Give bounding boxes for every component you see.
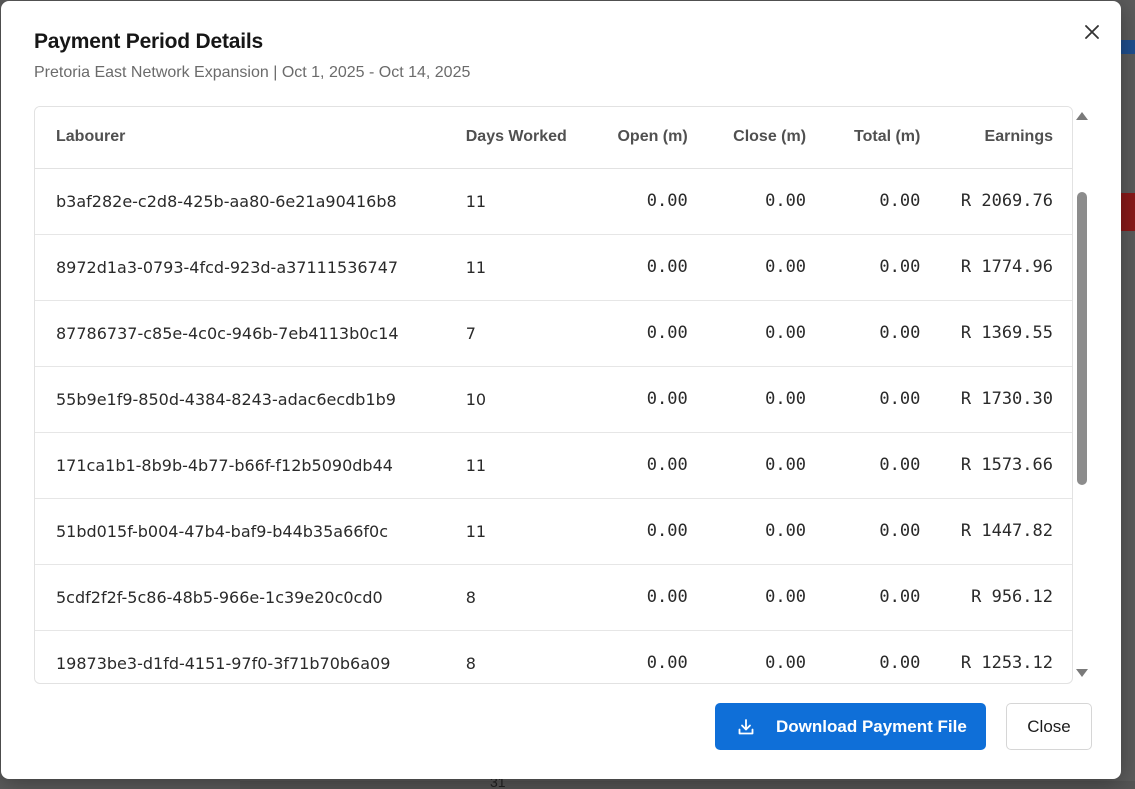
- cell-days-worked: 11: [444, 168, 571, 235]
- arrow-down-icon[interactable]: [1076, 669, 1088, 677]
- cell-total: 0.00: [820, 300, 935, 367]
- cell-total: 0.00: [820, 564, 935, 631]
- cell-labourer: b3af282e-c2d8-425b-aa80-6e21a90416b8: [35, 168, 445, 235]
- cell-labourer: 55b9e1f9-850d-4384-8243-adac6ecdb1b9: [35, 366, 445, 433]
- cell-labourer: 5cdf2f2f-5c86-48b5-966e-1c39e20c0cd0: [35, 564, 445, 631]
- header-days-worked: Days Worked: [444, 107, 571, 169]
- download-payment-file-button[interactable]: Download Payment File: [715, 703, 986, 750]
- download-icon: [736, 717, 756, 737]
- background-accent: [1121, 40, 1135, 54]
- cell-open: 0.00: [570, 168, 702, 235]
- header-total: Total (m): [820, 107, 935, 169]
- cell-close: 0.00: [701, 498, 821, 565]
- cell-total: 0.00: [820, 432, 935, 499]
- cell-open: 0.00: [570, 300, 702, 367]
- table-header-row: Labourer Days Worked Open (m) Close (m) …: [35, 107, 1072, 169]
- table-row: 55b9e1f9-850d-4384-8243-adac6ecdb1b9 10 …: [35, 366, 1072, 433]
- cell-days-worked: 11: [444, 432, 571, 499]
- payment-table: Labourer Days Worked Open (m) Close (m) …: [35, 107, 1072, 683]
- table-row: 171ca1b1-8b9b-4b77-b66f-f12b5090db44 11 …: [35, 432, 1072, 499]
- cell-days-worked: 8: [444, 564, 571, 631]
- cell-total: 0.00: [820, 630, 935, 683]
- scrollbar-thumb[interactable]: [1077, 192, 1087, 485]
- header-labourer: Labourer: [35, 107, 445, 169]
- cell-earnings: R 1774.96: [934, 234, 1072, 301]
- cell-open: 0.00: [570, 630, 702, 683]
- dialog-subtitle: Pretoria East Network Expansion | Oct 1,…: [34, 64, 471, 81]
- cell-close: 0.00: [701, 564, 821, 631]
- cell-total: 0.00: [820, 168, 935, 235]
- cell-labourer: 87786737-c85e-4c0c-946b-7eb4113b0c14: [35, 300, 445, 367]
- cell-close: 0.00: [701, 630, 821, 683]
- cell-days-worked: 11: [444, 234, 571, 301]
- cell-days-worked: 11: [444, 498, 571, 565]
- cell-close: 0.00: [701, 300, 821, 367]
- cell-open: 0.00: [570, 564, 702, 631]
- download-button-label: Download Payment File: [776, 716, 967, 736]
- table-row: 19873be3-d1fd-4151-97f0-3f71b70b6a09 8 0…: [35, 630, 1072, 683]
- cell-earnings: R 1447.82: [934, 498, 1072, 565]
- cell-open: 0.00: [570, 498, 702, 565]
- payment-period-dialog: Payment Period Details Pretoria East Net…: [1, 1, 1121, 779]
- cell-labourer: 8972d1a3-0793-4fcd-923d-a37111536747: [35, 234, 445, 301]
- header-open: Open (m): [570, 107, 702, 169]
- close-dialog-button[interactable]: [1079, 19, 1105, 45]
- cell-days-worked: 7: [444, 300, 571, 367]
- cell-earnings: R 1369.55: [934, 300, 1072, 367]
- close-icon: [1085, 25, 1099, 39]
- cell-open: 0.00: [570, 366, 702, 433]
- cell-labourer: 51bd015f-b004-47b4-baf9-b44b35a66f0c: [35, 498, 445, 565]
- header-close: Close (m): [701, 107, 821, 169]
- table-row: 51bd015f-b004-47b4-baf9-b44b35a66f0c 11 …: [35, 498, 1072, 565]
- background-alert: [1121, 193, 1135, 231]
- arrow-up-icon[interactable]: [1076, 112, 1088, 120]
- cell-open: 0.00: [570, 234, 702, 301]
- cell-earnings: R 2069.76: [934, 168, 1072, 235]
- close-button[interactable]: Close: [1006, 703, 1092, 750]
- cell-close: 0.00: [701, 432, 821, 499]
- background-footer: [240, 781, 1135, 789]
- header-earnings: Earnings: [934, 107, 1072, 169]
- cell-earnings: R 1730.30: [934, 366, 1072, 433]
- payment-table-container[interactable]: Labourer Days Worked Open (m) Close (m) …: [34, 106, 1073, 684]
- table-scrollbar[interactable]: [1073, 106, 1091, 684]
- cell-labourer: 171ca1b1-8b9b-4b77-b66f-f12b5090db44: [35, 432, 445, 499]
- cell-earnings: R 956.12: [934, 564, 1072, 631]
- cell-days-worked: 10: [444, 366, 571, 433]
- cell-total: 0.00: [820, 366, 935, 433]
- table-row: 87786737-c85e-4c0c-946b-7eb4113b0c14 7 0…: [35, 300, 1072, 367]
- cell-labourer: 19873be3-d1fd-4151-97f0-3f71b70b6a09: [35, 630, 445, 683]
- cell-close: 0.00: [701, 168, 821, 235]
- cell-close: 0.00: [701, 366, 821, 433]
- table-row: 8972d1a3-0793-4fcd-923d-a37111536747 11 …: [35, 234, 1072, 301]
- cell-close: 0.00: [701, 234, 821, 301]
- table-row: 5cdf2f2f-5c86-48b5-966e-1c39e20c0cd0 8 0…: [35, 564, 1072, 631]
- cell-open: 0.00: [570, 432, 702, 499]
- dialog-title: Payment Period Details: [34, 30, 264, 53]
- cell-total: 0.00: [820, 498, 935, 565]
- cell-total: 0.00: [820, 234, 935, 301]
- cell-earnings: R 1253.12: [934, 630, 1072, 683]
- table-row: b3af282e-c2d8-425b-aa80-6e21a90416b8 11 …: [35, 168, 1072, 235]
- cell-earnings: R 1573.66: [934, 432, 1072, 499]
- cell-days-worked: 8: [444, 630, 571, 683]
